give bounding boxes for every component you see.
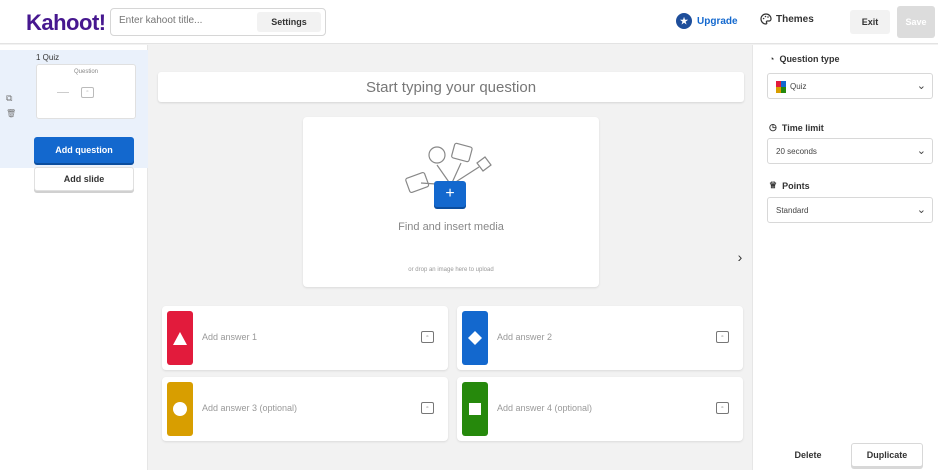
answer-4-input[interactable]: Add answer 4 (optional) [497, 403, 592, 413]
exit-button[interactable]: Exit [850, 10, 890, 34]
image-icon[interactable]: ▫ [421, 331, 434, 343]
trophy-icon: ♕ [769, 180, 778, 190]
kahoot-title-input[interactable] [119, 15, 249, 26]
clock-icon: ◷ [769, 122, 777, 132]
upgrade-link[interactable]: ★ Upgrade [676, 13, 738, 29]
save-button[interactable]: Save [897, 6, 935, 38]
triangle-icon [173, 331, 187, 345]
points-value: Standard [776, 206, 809, 215]
time-limit-heading: ◷ Time limit [769, 122, 824, 133]
answer-option-2[interactable]: Add answer 2 ▫ [457, 306, 743, 370]
question-type-icon: ◔ [769, 54, 775, 64]
media-dropzone[interactable]: + Find and insert media or drop an image… [303, 117, 599, 287]
kahoot-logo[interactable]: Kahoot! [26, 10, 106, 36]
answer-1-tab [167, 311, 193, 365]
diamond-icon [468, 331, 482, 345]
answer-3-tab [167, 382, 193, 436]
delete-button[interactable]: Delete [783, 444, 833, 466]
chevron-down-icon: ⌄ [916, 80, 926, 92]
delete-slide-icon[interactable]: 🗑 [6, 109, 16, 118]
answer-option-4[interactable]: Add answer 4 (optional) ▫ [457, 377, 743, 441]
points-label: Points [782, 180, 810, 191]
thumbnail-image-icon: ▫ [81, 87, 94, 98]
image-icon[interactable]: ▫ [421, 402, 434, 414]
question-type-value: Quiz [790, 82, 807, 91]
add-slide-button[interactable]: Add slide [34, 167, 134, 191]
question-type-label: Question type [779, 54, 840, 64]
star-icon: ★ [676, 13, 692, 29]
themes-button[interactable]: Themes [760, 13, 814, 25]
thumbnail-line [57, 92, 69, 93]
points-select[interactable]: Standard ⌄ [767, 197, 933, 223]
image-icon[interactable]: ▫ [716, 331, 729, 343]
settings-panel: ◔ Question type Quiz ⌄ ◷ Time limit 20 s… [752, 45, 938, 470]
slide-label: 1 Quiz [36, 53, 60, 62]
slide-thumbnail[interactable]: Question ▫ [36, 64, 136, 119]
time-limit-label: Time limit [781, 122, 824, 133]
question-type-select[interactable]: Quiz ⌄ [767, 73, 933, 99]
question-field [158, 72, 744, 102]
collapse-panel-button[interactable]: › [733, 247, 747, 267]
settings-button[interactable]: Settings [257, 12, 321, 32]
image-icon[interactable]: ▫ [716, 402, 729, 414]
answer-3-input[interactable]: Add answer 3 (optional) [202, 403, 297, 413]
title-field: Settings [110, 8, 326, 36]
top-bar: Kahoot! Settings ★ Upgrade Themes Exit S… [0, 0, 938, 44]
answer-option-1[interactable]: Add answer 1 ▫ [162, 306, 448, 370]
time-limit-value: 20 seconds [776, 147, 817, 156]
themes-label: Themes [776, 13, 814, 25]
circle-icon [173, 402, 187, 416]
answer-4-tab [462, 382, 488, 436]
answer-2-input[interactable]: Add answer 2 [497, 332, 552, 342]
duplicate-slide-icon[interactable]: ⧉ [6, 93, 12, 104]
slides-sidebar: 1 Quiz Question ▫ ⧉ 🗑 Add question Add s… [0, 45, 148, 470]
chevron-down-icon: ⌄ [916, 204, 926, 216]
answer-option-3[interactable]: Add answer 3 (optional) ▫ [162, 377, 448, 441]
media-upload-hint: or drop an image here to upload [408, 267, 494, 273]
answer-2-tab [462, 311, 488, 365]
upgrade-label: Upgrade [697, 15, 738, 27]
answer-1-input[interactable]: Add answer 1 [202, 332, 257, 342]
insert-media-button[interactable]: + [434, 181, 466, 207]
quiz-icon [776, 81, 786, 93]
chevron-down-icon: ⌄ [916, 145, 926, 157]
thumbnail-question-text: Question [73, 69, 98, 75]
chevron-right-icon: › [737, 249, 743, 265]
palette-icon [760, 13, 772, 25]
points-heading: ♕ Points [769, 180, 810, 191]
question-input[interactable] [158, 72, 744, 102]
add-question-button[interactable]: Add question [34, 137, 134, 163]
duplicate-button[interactable]: Duplicate [851, 443, 923, 467]
question-type-heading: ◔ Question type [769, 54, 839, 64]
time-limit-select[interactable]: 20 seconds ⌄ [767, 138, 933, 164]
media-title: Find and insert media [398, 221, 504, 233]
square-icon [469, 403, 481, 415]
